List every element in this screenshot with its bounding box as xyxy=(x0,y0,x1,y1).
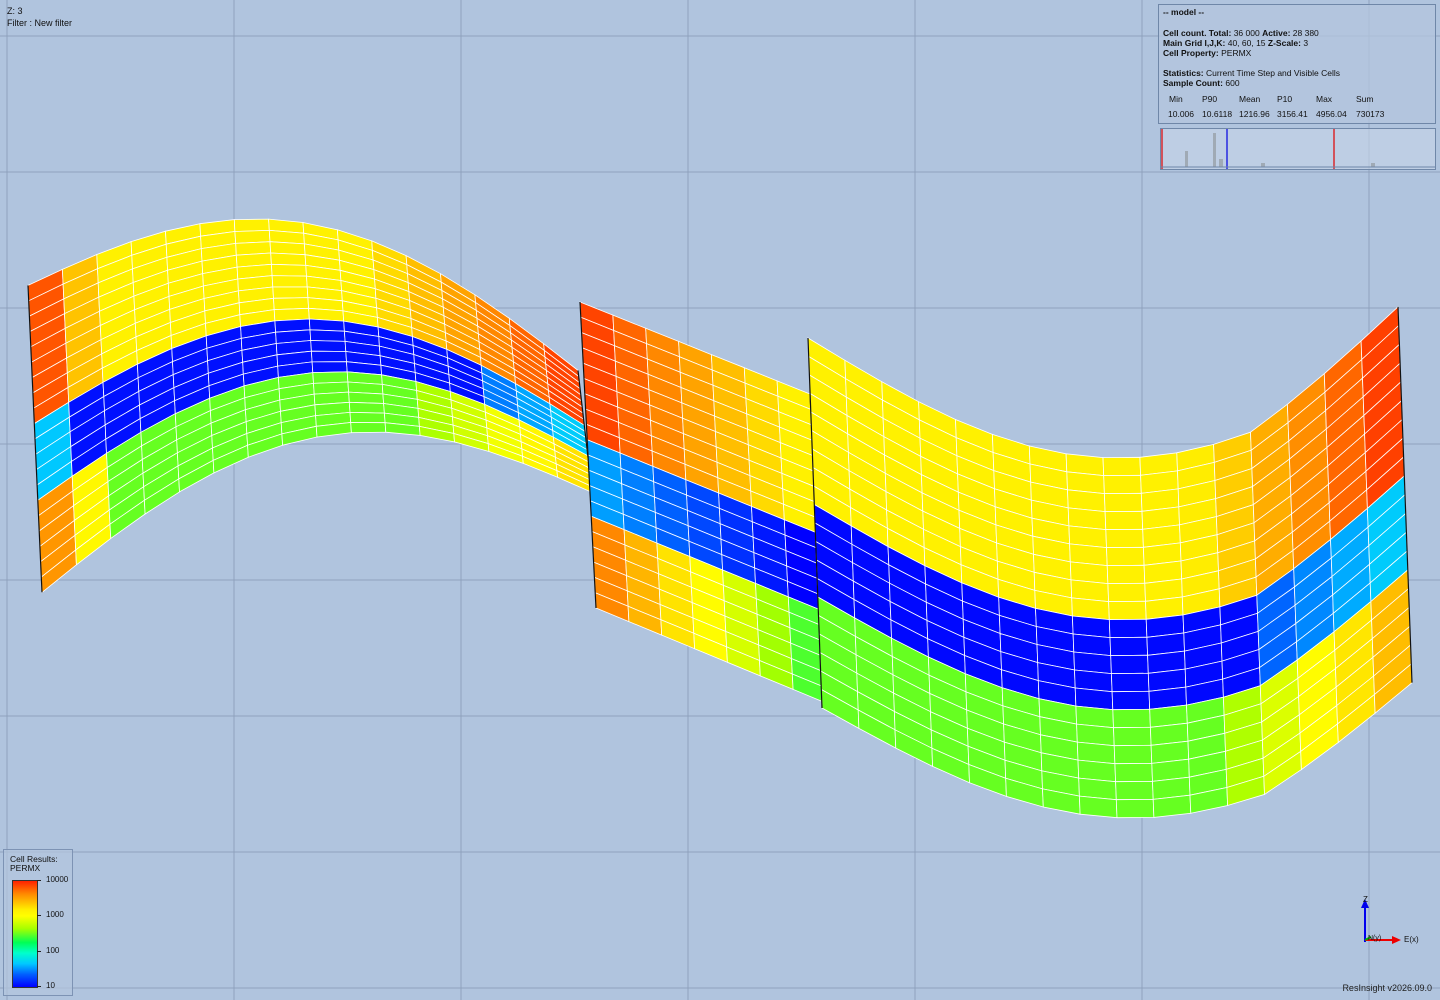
grid-cell[interactable] xyxy=(271,275,308,288)
legend-tick xyxy=(37,880,41,881)
color-legend: Cell Results: PERMX 10000 1000 100 10 xyxy=(3,849,73,996)
reservoir-grid-model[interactable] xyxy=(27,218,1413,819)
version-label: ResInsight v2026.09.0 xyxy=(1342,983,1432,993)
grid-cell[interactable] xyxy=(270,263,307,277)
histogram-bar xyxy=(1371,163,1375,167)
grid-cell[interactable] xyxy=(1112,708,1151,729)
stat-header-p10: P10 xyxy=(1277,94,1293,104)
stat-header-mean: Mean xyxy=(1239,94,1261,104)
grid-cell[interactable] xyxy=(308,318,345,332)
grid-cell[interactable] xyxy=(1108,618,1148,639)
grid-cell[interactable] xyxy=(1115,798,1155,819)
legend-tick xyxy=(37,951,41,952)
legend-label-100: 100 xyxy=(46,946,60,955)
grid-cell[interactable] xyxy=(1106,546,1145,567)
histogram-panel xyxy=(1160,128,1436,170)
legend-label-1000: 1000 xyxy=(46,910,64,919)
sample-count-row: Sample Count: 600 xyxy=(1163,78,1240,88)
stat-header-p90: P90 xyxy=(1202,94,1218,104)
axis-label-z: Z xyxy=(1363,895,1368,904)
grid-cell[interactable] xyxy=(1152,794,1192,818)
stat-header-sum: Sum xyxy=(1356,94,1374,104)
grid-cell[interactable] xyxy=(1103,474,1142,495)
main-grid-row: Main Grid I,J,K: 40, 60, 15 Z-Scale: 3 xyxy=(1163,38,1309,48)
grid-cell[interactable] xyxy=(350,422,387,434)
grid-cell[interactable] xyxy=(233,218,270,232)
grid-cell[interactable] xyxy=(1103,492,1143,513)
grid-cell[interactable] xyxy=(348,391,385,404)
grid-cell[interactable] xyxy=(1113,744,1153,765)
grid-cell[interactable] xyxy=(349,411,386,424)
grid-cell[interactable] xyxy=(1108,600,1147,621)
grid-cell[interactable] xyxy=(311,361,348,374)
fault-block-2[interactable] xyxy=(579,301,827,704)
legend-property: PERMX xyxy=(10,863,41,873)
statistics-row: Statistics: Current Time Step and Visibl… xyxy=(1163,68,1341,78)
stat-value-mean: 1216.96 xyxy=(1239,109,1270,119)
info-title: -- model -- xyxy=(1163,7,1205,17)
histogram-bar xyxy=(1261,163,1265,167)
z-scale-label: Z: 3 xyxy=(7,6,23,16)
filter-label: Filter : New filter xyxy=(7,18,73,28)
cell-count-row: Cell count. Total: 36 000 Active: 28 380 xyxy=(1163,28,1319,38)
axis-label-x: E(x) xyxy=(1404,935,1419,944)
axis-label-y: N(y) xyxy=(1368,935,1382,942)
grid-cell[interactable] xyxy=(1104,510,1144,531)
histogram-bar xyxy=(1213,133,1216,167)
stat-value-p10: 3156.41 xyxy=(1277,109,1308,119)
grid-cell[interactable] xyxy=(1106,564,1146,585)
fault-block-3[interactable] xyxy=(807,305,1413,819)
grid-cell[interactable] xyxy=(309,329,346,342)
grid-cell[interactable] xyxy=(1110,654,1149,675)
grid-cell[interactable] xyxy=(272,286,309,299)
grid-cell[interactable] xyxy=(1111,690,1151,711)
cell-property-row: Cell Property: PERMX xyxy=(1163,48,1252,58)
grid-cell[interactable] xyxy=(270,252,307,266)
grid-cell[interactable] xyxy=(1113,726,1152,747)
histogram-plot xyxy=(1161,129,1435,169)
grid-cell[interactable] xyxy=(310,350,347,363)
legend-tick xyxy=(37,986,41,987)
legend-label-10000: 10000 xyxy=(46,875,69,884)
stat-value-max: 4956.04 xyxy=(1316,109,1347,119)
model-info-box: -- model -- Cell count. Total: 36 000 Ac… xyxy=(1158,4,1436,124)
grid-cell[interactable] xyxy=(1102,456,1142,477)
grid-cell[interactable] xyxy=(1110,672,1150,693)
legend-color-bar xyxy=(12,880,38,988)
x-axis-arrow xyxy=(1392,936,1401,944)
grid-cell[interactable] xyxy=(1078,795,1118,819)
viewer-header: Z: 3 Filter : New filter xyxy=(7,5,72,29)
grid-cell[interactable] xyxy=(1107,582,1146,603)
stat-value-min: 10.006 xyxy=(1168,109,1194,119)
legend-tick xyxy=(37,915,41,916)
grid-cell[interactable] xyxy=(269,241,306,256)
grid-cell[interactable] xyxy=(348,401,385,414)
legend-label-10: 10 xyxy=(46,981,55,990)
histogram-bar xyxy=(1219,159,1223,167)
grid-cell[interactable] xyxy=(234,229,271,244)
grid-cell[interactable] xyxy=(1105,528,1144,549)
grid-cell[interactable] xyxy=(1114,762,1153,783)
grid-cell[interactable] xyxy=(310,340,347,352)
grid-cell[interactable] xyxy=(1109,636,1149,657)
histogram-bar xyxy=(1185,151,1188,167)
grid-cell[interactable] xyxy=(1115,780,1154,801)
stat-value-sum: 730173 xyxy=(1356,109,1385,119)
grid-cell[interactable] xyxy=(273,297,310,311)
stat-header-max: Max xyxy=(1316,94,1333,104)
stat-header-min: Min xyxy=(1169,94,1183,104)
grid-cell[interactable] xyxy=(312,371,349,384)
fault-block-1[interactable] xyxy=(27,218,593,594)
stat-value-p90: 10.6118 xyxy=(1202,109,1233,119)
